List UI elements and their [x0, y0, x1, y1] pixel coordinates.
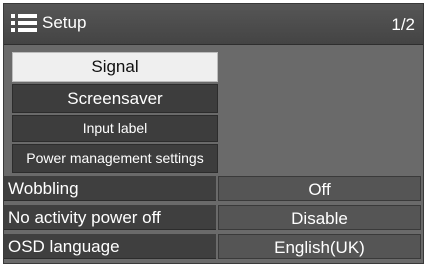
input-label-button[interactable]: Input label: [12, 115, 218, 142]
page-indicator: 1/2: [391, 15, 415, 34]
wobbling-value[interactable]: Off: [218, 176, 421, 201]
osd-screen: Setup 1/2 Signal Screensaver Input label…: [0, 0, 427, 267]
no-activity-power-off-label: No activity power off: [4, 205, 216, 230]
screensaver-button[interactable]: Screensaver: [12, 84, 218, 113]
signal-button-label: Signal: [91, 57, 139, 76]
setup-panel: Setup 1/2 Signal Screensaver Input label…: [3, 3, 424, 264]
power-management-button[interactable]: Power management settings: [12, 144, 218, 173]
osd-language-label: OSD language: [4, 234, 216, 259]
osd-language-value[interactable]: English(UK): [218, 234, 421, 259]
signal-button[interactable]: Signal: [12, 52, 218, 82]
setting-row-no-activity-power-off[interactable]: No activity power off Disable: [4, 205, 423, 230]
input-label-button-label: Input label: [82, 120, 148, 136]
setting-row-osd-language[interactable]: OSD language English(UK): [4, 234, 423, 259]
setting-row-wobbling[interactable]: Wobbling Off: [4, 176, 423, 201]
setup-header: Setup 1/2: [4, 4, 423, 45]
no-activity-power-off-value[interactable]: Disable: [218, 205, 421, 230]
screensaver-button-label: Screensaver: [67, 89, 163, 108]
list-menu-icon: [11, 14, 37, 32]
wobbling-label: Wobbling: [4, 176, 216, 201]
power-management-button-label: Power management settings: [26, 150, 204, 166]
page-title: Setup: [42, 13, 87, 32]
